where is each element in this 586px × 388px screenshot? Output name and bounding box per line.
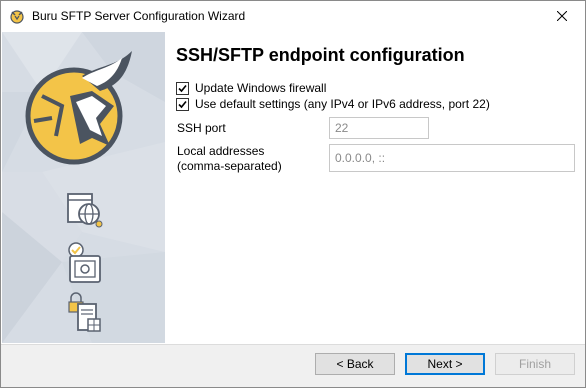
app-logo-icon [9, 8, 25, 24]
local-addresses-sublabel: (comma-separated) [177, 159, 282, 173]
network-globe-icon [67, 193, 103, 228]
default-settings-checkbox[interactable] [176, 97, 189, 111]
firewall-checkbox[interactable] [176, 81, 189, 95]
window-title: Buru SFTP Server Configuration Wizard [32, 9, 246, 23]
finish-button[interactable]: Finish [495, 353, 575, 375]
default-settings-checkbox-label: Use default settings (any IPv4 or IPv6 a… [195, 97, 490, 111]
title-bar: Buru SFTP Server Configuration Wizard [1, 1, 585, 31]
sidebar-banner [2, 32, 165, 343]
secure-vault-icon [68, 242, 101, 283]
default-settings-checkbox-row[interactable]: Use default settings (any IPv4 or IPv6 a… [176, 96, 490, 112]
checkmark-icon [178, 84, 187, 92]
ssh-port-input[interactable]: 22 [329, 117, 429, 139]
back-button[interactable]: < Back [315, 353, 395, 375]
wizard-window: Buru SFTP Server Configuration Wizard SS… [0, 0, 586, 388]
local-addresses-input[interactable]: 0.0.0.0, :: [329, 144, 575, 172]
main-content: SSH/SFTP endpoint configuration Update W… [166, 32, 585, 343]
ssh-port-label: SSH port [177, 121, 226, 135]
wizard-footer: < Back Next > Finish [1, 344, 585, 387]
page-title: SSH/SFTP endpoint configuration [176, 45, 465, 65]
firewall-checkbox-label: Update Windows firewall [195, 81, 327, 95]
close-icon [557, 11, 567, 21]
close-button[interactable] [539, 1, 585, 31]
next-button[interactable]: Next > [405, 353, 485, 375]
bull-logo-icon [25, 51, 132, 165]
locked-file-icon [68, 292, 101, 332]
checkmark-icon [178, 100, 187, 108]
firewall-checkbox-row[interactable]: Update Windows firewall [176, 80, 326, 96]
local-addresses-label: Local addresses [177, 144, 265, 158]
